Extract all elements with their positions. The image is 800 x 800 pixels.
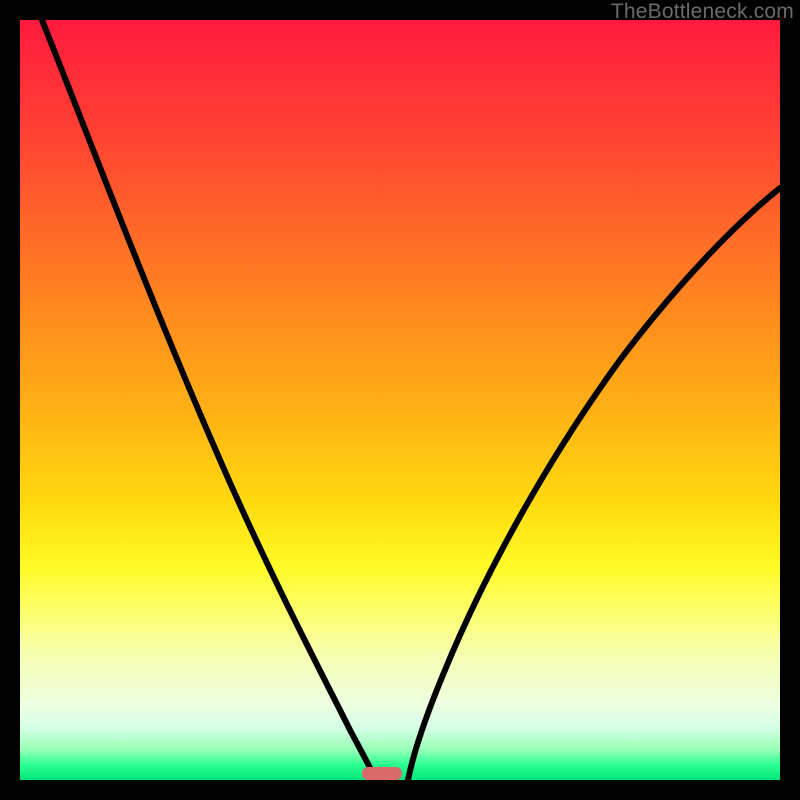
chart-curves bbox=[20, 20, 780, 780]
bottleneck-marker bbox=[362, 767, 402, 780]
curve-right bbox=[408, 188, 780, 780]
curve-left bbox=[42, 20, 377, 780]
chart-plot-area bbox=[20, 20, 780, 780]
